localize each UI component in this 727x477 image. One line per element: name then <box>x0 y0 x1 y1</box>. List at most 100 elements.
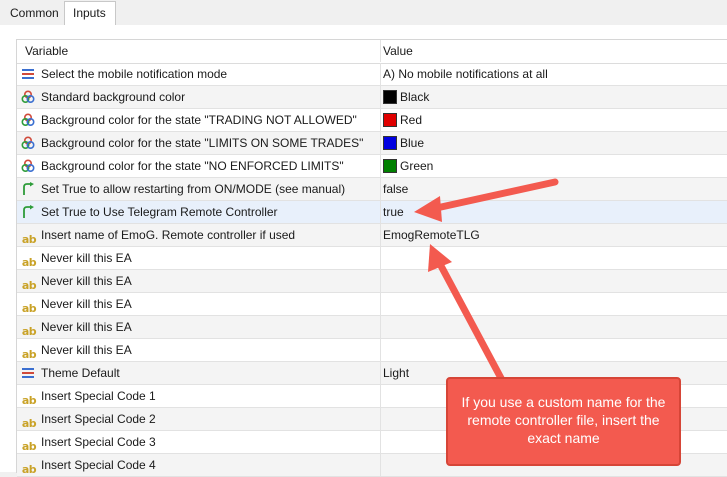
string-icon: ab <box>21 251 37 269</box>
variable-cell: ab Never kill this EA <box>21 316 376 338</box>
table-row[interactable]: Background color for the state "NO ENFOR… <box>17 155 727 178</box>
bool-icon <box>21 181 37 196</box>
variable-cell: Select the mobile notification mode <box>21 63 376 85</box>
table-row[interactable]: ab Never kill this EA <box>17 247 727 270</box>
value-cell[interactable]: false <box>380 178 727 200</box>
table-row[interactable]: Background color for the state "TRADING … <box>17 109 727 132</box>
value-cell[interactable] <box>380 270 727 292</box>
string-icon: ab <box>21 458 37 476</box>
ab-glyph: ab <box>21 462 37 476</box>
variable-label: Select the mobile notification mode <box>41 67 228 81</box>
variable-label: Standard background color <box>41 90 186 104</box>
value-text: false <box>383 182 409 196</box>
variable-label: Never kill this EA <box>41 343 132 357</box>
string-icon: ab <box>21 320 37 338</box>
value-cell[interactable]: true <box>380 201 727 223</box>
variable-cell: Background color for the state "TRADING … <box>21 109 376 131</box>
color-swatch <box>383 89 397 104</box>
variable-cell: ab Insert Special Code 2 <box>21 408 376 430</box>
column-header-variable[interactable]: Variable <box>25 40 380 62</box>
string-icon: ab <box>21 412 37 430</box>
ab-glyph: ab <box>21 393 37 407</box>
table-row[interactable]: Standard background color Black <box>17 86 727 109</box>
color-icon <box>21 136 37 150</box>
tab-inputs[interactable]: Inputs <box>64 1 116 26</box>
ab-glyph: ab <box>21 278 37 292</box>
variable-cell: ab Never kill this EA <box>21 293 376 315</box>
value-cell[interactable] <box>380 316 727 338</box>
variable-label: Never kill this EA <box>41 320 132 334</box>
table-row[interactable]: ab Insert name of EmoG. Remote controller… <box>17 224 727 247</box>
ab-glyph: ab <box>21 301 37 315</box>
variable-cell: Background color for the state "NO ENFOR… <box>21 155 376 177</box>
value-cell[interactable] <box>380 339 727 361</box>
color-swatch <box>383 112 397 127</box>
value-cell[interactable]: Black <box>380 86 727 108</box>
variable-label: Set True to allow restarting from ON/MOD… <box>41 182 346 196</box>
table-row[interactable]: Set True to allow restarting from ON/MOD… <box>17 178 727 201</box>
value-cell[interactable]: Red <box>380 109 727 131</box>
variable-cell: Set True to allow restarting from ON/MOD… <box>21 178 376 200</box>
value-cell[interactable] <box>380 293 727 315</box>
color-swatch <box>383 158 397 173</box>
table-row[interactable]: ab Never kill this EA <box>17 270 727 293</box>
ab-glyph: ab <box>21 347 37 361</box>
tab-bar: Common Inputs <box>0 0 727 26</box>
variable-label: Set True to Use Telegram Remote Controll… <box>41 205 278 219</box>
column-header-value[interactable]: Value <box>380 40 727 62</box>
enum-icon <box>21 366 37 380</box>
variable-label: Background color for the state "TRADING … <box>41 113 357 127</box>
color-icon <box>21 113 37 127</box>
table-row[interactable]: Set True to Use Telegram Remote Controll… <box>17 201 727 224</box>
string-icon: ab <box>21 343 37 361</box>
value-text: Light <box>383 366 410 380</box>
ab-glyph: ab <box>21 439 37 453</box>
variable-cell: ab Never kill this EA <box>21 247 376 269</box>
value-text: Red <box>400 113 423 127</box>
variable-cell: ab Never kill this EA <box>21 339 376 361</box>
enum-icon <box>21 67 37 81</box>
color-swatch <box>383 135 397 150</box>
table-row[interactable]: ab Never kill this EA <box>17 293 727 316</box>
variable-label: Insert Special Code 4 <box>41 458 156 472</box>
variable-label: Insert Special Code 1 <box>41 389 156 403</box>
value-cell[interactable]: A) No mobile notifications at all <box>380 63 727 85</box>
value-cell[interactable] <box>380 247 727 269</box>
string-icon: ab <box>21 228 37 246</box>
variable-label: Theme Default <box>41 366 120 380</box>
variable-label: Insert name of EmoG. Remote controller i… <box>41 228 296 242</box>
table-row[interactable]: ab Never kill this EA <box>17 316 727 339</box>
variable-cell: ab Insert Special Code 3 <box>21 431 376 453</box>
string-icon: ab <box>21 435 37 453</box>
variable-cell: Background color for the state "LIMITS O… <box>21 132 376 154</box>
variable-cell: ab Insert Special Code 1 <box>21 385 376 407</box>
ab-glyph: ab <box>21 232 37 246</box>
value-cell[interactable]: Green <box>380 155 727 177</box>
variable-label: Never kill this EA <box>41 274 132 288</box>
value-text: Green <box>400 159 434 173</box>
variable-label: Insert Special Code 2 <box>41 412 156 426</box>
variable-label: Insert Special Code 3 <box>41 435 156 449</box>
string-icon: ab <box>21 274 37 292</box>
string-icon: ab <box>21 389 37 407</box>
tab-common[interactable]: Common <box>2 2 65 24</box>
ab-glyph: ab <box>21 255 37 269</box>
color-icon <box>21 159 37 173</box>
value-cell[interactable]: EmogRemoteTLG <box>380 224 727 246</box>
value-text: true <box>383 205 404 219</box>
variable-cell: ab Insert name of EmoG. Remote controller… <box>21 224 376 246</box>
string-icon: ab <box>21 297 37 315</box>
table-row[interactable]: Background color for the state "LIMITS O… <box>17 132 727 155</box>
ab-glyph: ab <box>21 324 37 338</box>
ab-glyph: ab <box>21 416 37 430</box>
table-row[interactable]: ab Never kill this EA <box>17 339 727 362</box>
value-text: EmogRemoteTLG <box>383 228 480 242</box>
color-icon <box>21 90 37 104</box>
value-cell[interactable]: Blue <box>380 132 727 154</box>
variable-label: Background color for the state "LIMITS O… <box>41 136 364 150</box>
variable-label: Never kill this EA <box>41 297 132 311</box>
variable-cell: ab Insert Special Code 4 <box>21 454 376 476</box>
value-text: Black <box>400 90 430 104</box>
table-row[interactable]: Select the mobile notification mode A) No… <box>17 63 727 86</box>
variable-cell: Standard background color <box>21 86 376 108</box>
